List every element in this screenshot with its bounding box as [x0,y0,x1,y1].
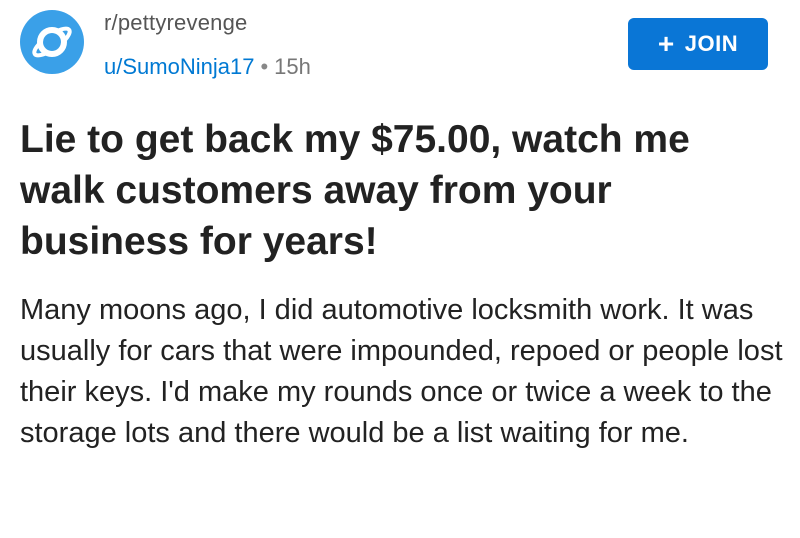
planet-icon [32,26,72,58]
post-age: 15h [274,54,311,79]
author-line: u/SumoNinja17 • 15h [104,52,311,82]
post-header: r/pettyrevenge u/SumoNinja17 • 15h + JOIN [0,0,800,100]
post-title[interactable]: Lie to get back my $75.00, watch me walk… [20,114,780,267]
join-button[interactable]: + JOIN [628,18,768,70]
author-link[interactable]: u/SumoNinja17 [104,54,254,79]
post-body: Many moons ago, I did automotive locksmi… [20,294,783,449]
join-button-label: JOIN [684,31,739,56]
post-meta: r/pettyrevenge u/SumoNinja17 • 15h [104,8,311,82]
separator-dot: • [260,54,269,79]
plus-icon: + [657,28,675,59]
subreddit-link[interactable]: r/pettyrevenge [104,8,311,38]
subreddit-avatar[interactable] [20,10,84,74]
